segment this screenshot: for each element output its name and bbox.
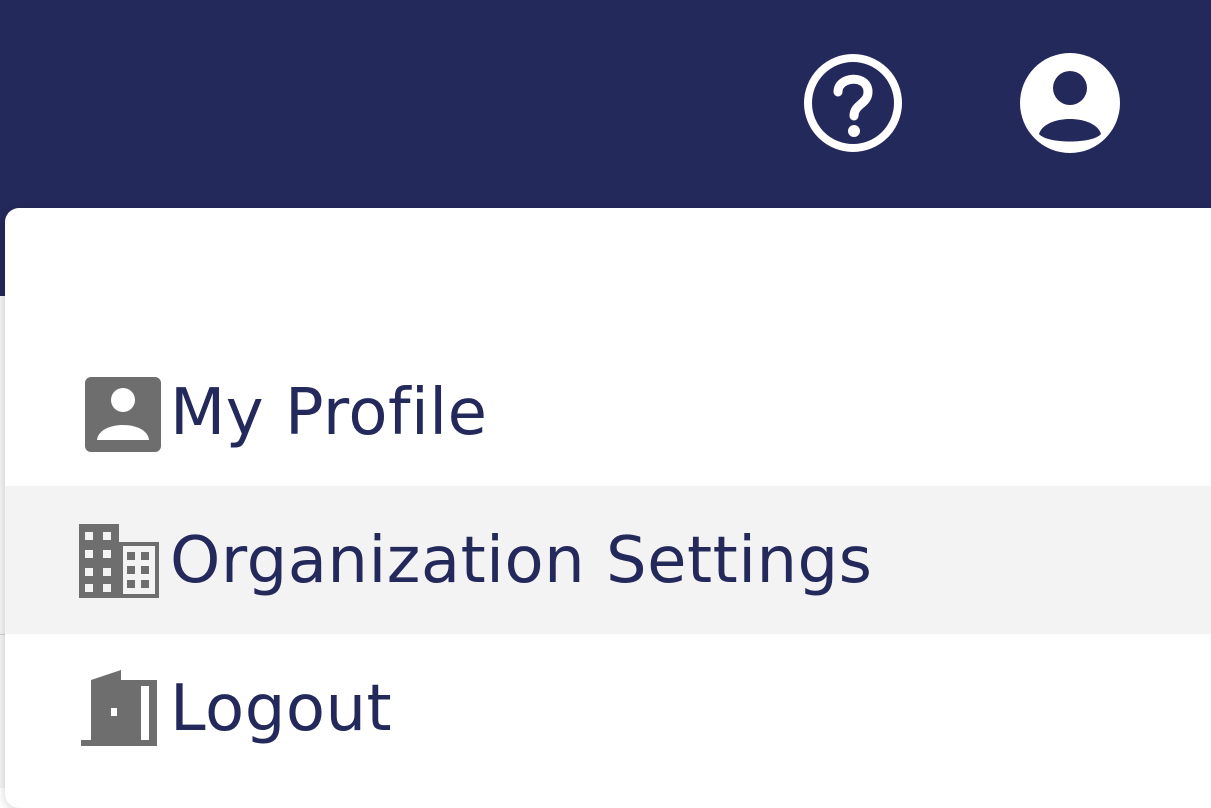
door-exit-icon [77, 670, 161, 748]
menu-item-label: Organization Settings [170, 524, 873, 598]
menu-item-logout[interactable]: Logout [5, 634, 1211, 782]
profile-card-icon [77, 374, 161, 452]
menu-item-label: Logout [170, 672, 393, 746]
help-circle-icon[interactable] [802, 52, 904, 154]
menu-item-label: My Profile [170, 376, 488, 450]
building-icon [77, 522, 161, 600]
account-circle-icon[interactable] [1019, 52, 1121, 154]
menu-item-my-profile[interactable]: My Profile [5, 338, 1211, 486]
menu-item-organization-settings[interactable]: Organization Settings [5, 486, 1211, 634]
user-dropdown-menu: My Profile Organization Settings Logout [5, 208, 1211, 808]
